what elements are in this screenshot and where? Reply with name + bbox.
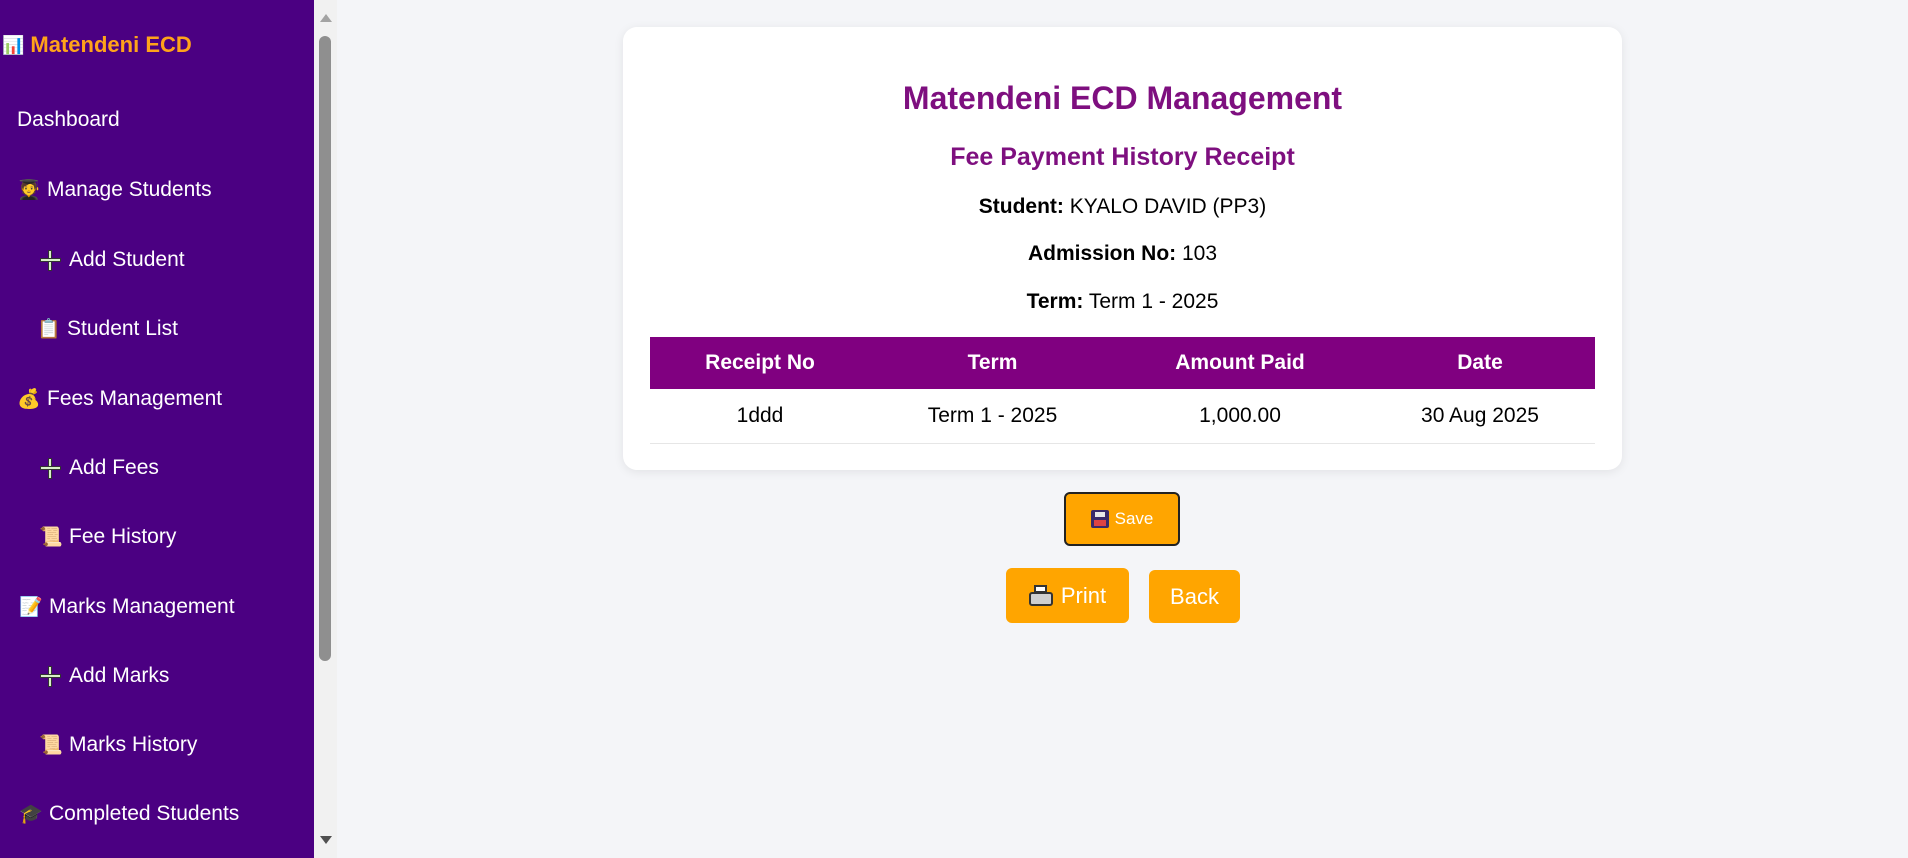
column-header: Date (1365, 337, 1595, 389)
sidebar-item-label: Add Marks (69, 664, 170, 687)
sidebar-item-add-fees[interactable]: Add Fees (39, 456, 159, 480)
column-header: Amount Paid (1115, 337, 1365, 389)
column-header: Receipt No (650, 337, 870, 389)
student-label: Student: (978, 195, 1064, 218)
sidebar-item-label: Marks Management (49, 595, 235, 618)
money-bag-icon: 💰 (17, 389, 41, 410)
clipboard-icon: 📋 (37, 319, 61, 340)
plus-icon (39, 457, 61, 479)
save-button-label: Save (1114, 509, 1154, 528)
admission-label: Admission No: (1027, 242, 1177, 265)
floppy-disk-icon (1090, 510, 1109, 528)
plus-icon (39, 665, 61, 687)
memo-icon: 📝 (19, 597, 43, 618)
sidebar-item-label: Add Fees (69, 456, 159, 479)
sidebar-item-label: Manage Students (47, 178, 212, 201)
save-button[interactable]: Save (1064, 492, 1180, 546)
receipt-card: Matendeni ECD Management Fee Payment His… (623, 27, 1622, 470)
sidebar-item-dashboard[interactable]: Dashboard (17, 108, 120, 132)
scroll-down-arrow-icon[interactable] (320, 836, 332, 844)
table-cell: 1ddd (650, 389, 870, 444)
table-header-row: Receipt No Term Amount Paid Date (650, 337, 1595, 389)
plus-icon (39, 249, 61, 271)
table-cell: Term 1 - 2025 (870, 389, 1115, 444)
payment-table: Receipt No Term Amount Paid Date 1ddd Te… (650, 337, 1595, 444)
sidebar-item-completed-students[interactable]: 🎓 Completed Students (19, 802, 239, 826)
sidebar-item-label: Completed Students (49, 802, 240, 825)
column-header: Term (870, 337, 1115, 389)
sidebar-item-add-student[interactable]: Add Student (39, 248, 185, 272)
table-cell: 1,000.00 (1115, 389, 1365, 444)
sidebar-item-marks-management[interactable]: 📝 Marks Management (19, 595, 235, 619)
sidebar-item-label: Marks History (69, 733, 198, 756)
term-info: Term: Term 1 - 2025 (623, 290, 1622, 314)
print-button[interactable]: Print (1006, 568, 1129, 623)
sidebar-item-label: Student List (67, 317, 178, 340)
term-value: Term 1 - 2025 (1088, 290, 1219, 313)
table-cell: 30 Aug 2025 (1365, 389, 1595, 444)
table-row: 1ddd Term 1 - 2025 1,000.00 30 Aug 2025 (650, 389, 1595, 444)
graduation-cap-icon: 🎓 (19, 804, 43, 825)
sidebar-item-manage-students[interactable]: 🧑‍🎓 Manage Students (17, 178, 212, 202)
term-label: Term: (1026, 290, 1084, 313)
student-value: KYALO DAVID (PP3) (1069, 195, 1267, 218)
sidebar-item-label: Fee History (69, 525, 177, 548)
sidebar: 📊 Matendeni ECD Dashboard 🧑‍🎓 Manage Stu… (0, 0, 314, 858)
scroll-up-arrow-icon[interactable] (320, 14, 332, 22)
admission-info: Admission No: 103 (623, 242, 1622, 266)
sidebar-item-label: Dashboard (17, 108, 120, 131)
brand-label: Matendeni ECD (30, 32, 192, 57)
scroll-thumb[interactable] (319, 36, 331, 661)
chart-icon: 📊 (2, 34, 25, 55)
sidebar-item-label: Add Student (69, 248, 185, 271)
scroll-icon: 📜 (39, 735, 63, 756)
sidebar-item-add-marks[interactable]: Add Marks (39, 664, 169, 688)
sidebar-scrollbar[interactable] (314, 0, 337, 858)
sidebar-item-student-list[interactable]: 📋 Student List (37, 317, 178, 341)
sidebar-item-marks-history[interactable]: 📜 Marks History (39, 733, 197, 757)
sidebar-item-label: Fees Management (47, 387, 223, 410)
student-icon: 🧑‍🎓 (17, 180, 41, 201)
printer-icon (1028, 584, 1053, 607)
student-info: Student: KYALO DAVID (PP3) (623, 195, 1622, 219)
back-button-label: Back (1170, 583, 1219, 609)
sidebar-item-fees-management[interactable]: 💰 Fees Management (17, 387, 222, 411)
sidebar-item-fee-history[interactable]: 📜 Fee History (39, 525, 176, 549)
admission-value: 103 (1181, 242, 1218, 265)
back-button[interactable]: Back (1149, 570, 1240, 623)
print-button-label: Print (1060, 582, 1107, 608)
scroll-icon: 📜 (39, 527, 63, 548)
organization-title: Matendeni ECD Management (902, 80, 1343, 116)
receipt-title: Fee Payment History Receipt (950, 143, 1295, 171)
brand[interactable]: 📊 Matendeni ECD (2, 32, 192, 58)
